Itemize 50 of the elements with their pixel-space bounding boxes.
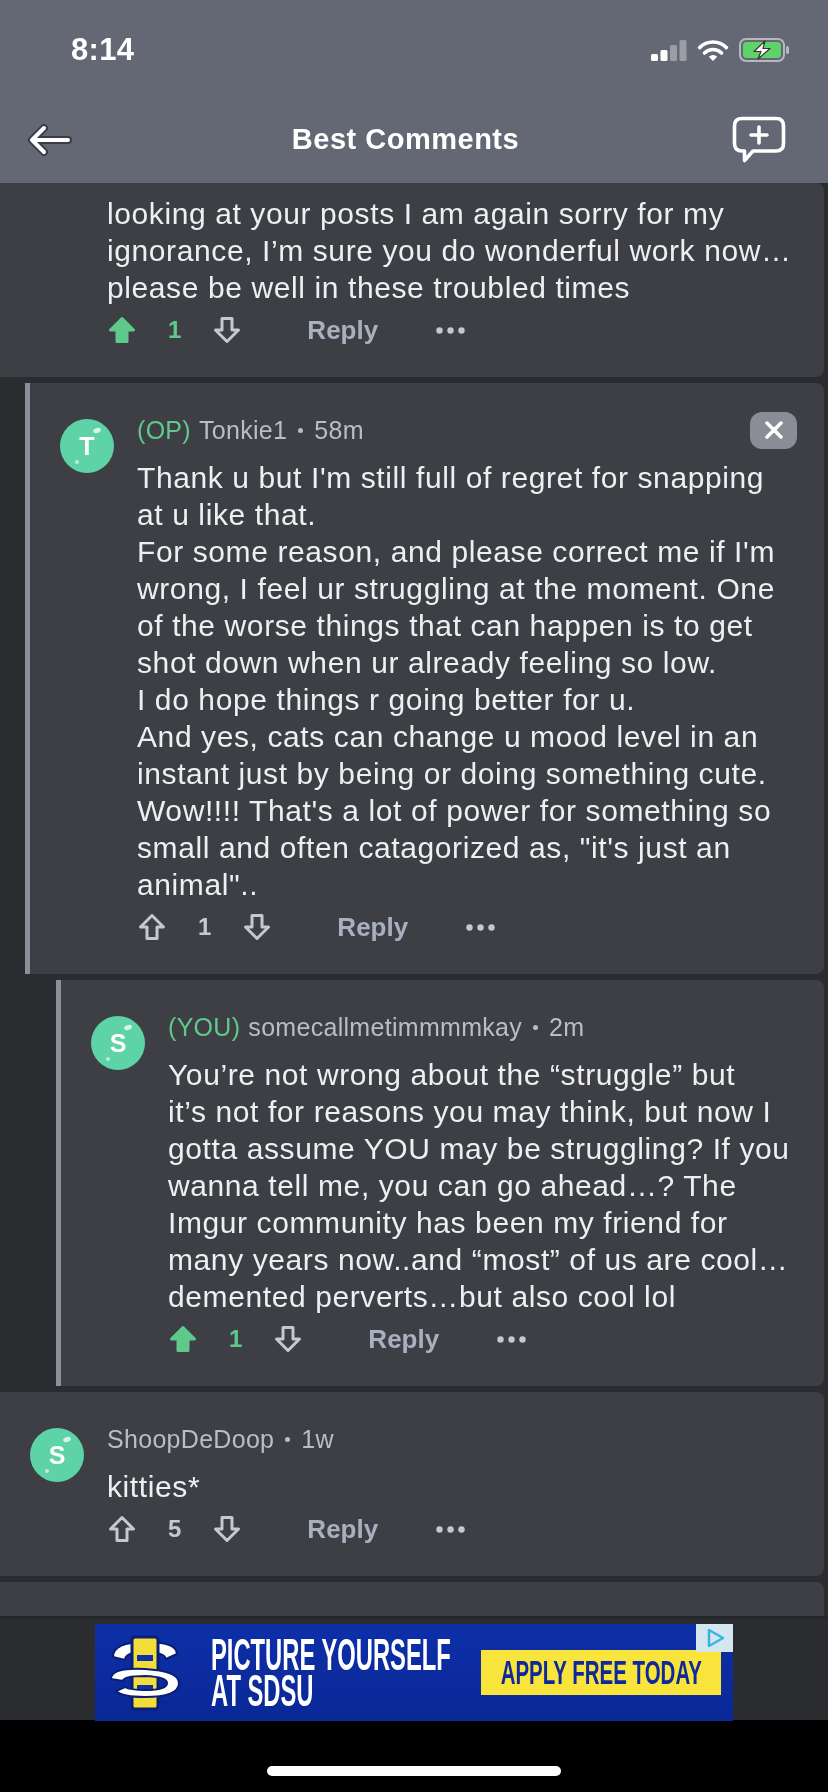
username: somecallmetimmmmkay: [248, 1012, 523, 1042]
username: ShoopDeDoop: [107, 1424, 275, 1454]
wifi-icon: [697, 38, 729, 62]
reply-button[interactable]: Reply: [368, 1323, 440, 1355]
timestamp: 58m: [314, 415, 364, 445]
more-icon[interactable]: [436, 326, 466, 334]
user-avatar: S: [30, 1428, 84, 1482]
dot-separator-icon: [298, 427, 304, 433]
speech-bubble-plus-icon[interactable]: [732, 115, 786, 164]
downvote-arrow-icon[interactable]: [243, 913, 272, 941]
reply-button[interactable]: Reply: [307, 314, 379, 346]
timestamp: 2m: [549, 1012, 585, 1042]
reply-button[interactable]: Reply: [337, 911, 409, 943]
dot-separator-icon: [533, 1024, 539, 1030]
reply-button[interactable]: Reply: [307, 1513, 379, 1545]
comment-text: looking at your posts I am again sorry for my ignorance, I’m sure you do wonderful work now… please be well in these troubled times: [107, 196, 793, 306]
timestamp: 1w: [301, 1424, 334, 1454]
role-label: (YOU): [168, 1012, 241, 1042]
vote-count: 1: [229, 1325, 243, 1353]
page-title: Best Comments: [291, 123, 520, 156]
user-avatar: T: [60, 419, 114, 473]
downvote-arrow-icon[interactable]: [213, 1515, 242, 1543]
more-icon[interactable]: [436, 1525, 466, 1533]
battery-icon: [739, 38, 790, 62]
role-label: (OP): [137, 415, 191, 445]
ad-headline: PICTURE YOURSELF AT SDSU: [211, 1636, 451, 1709]
comment-text: kitties*: [107, 1469, 202, 1505]
comment-text: You’re not wrong about the “struggle” but it’s not for reasons you may think, but now I gotta assume YOU may be struggling? If you wanna tell me, you can go ahead…? The Imgur community has been my friend for many years now..and “most” of us are cool… demented perverts…but also cool lol: [168, 1057, 791, 1315]
comment-text: Thank u but I'm still full of regret for snapping at u like that. For some reason, and please correct me if I'm wrong, I feel ur struggling at the moment. One of the worse things that can happen is to get shot down when ur already feeling so low. I do hope things r going better for u. And yes, cats can change u mood level in an instant just by being or doing something cute. Wow!!!! That's a lot of power for something so small and often catagorized as, "it's just an animal"..: [137, 460, 776, 903]
upvote-arrow-icon[interactable]: [108, 1515, 136, 1543]
upvote-arrow-icon[interactable]: [138, 913, 166, 941]
vote-count: 1: [168, 316, 182, 344]
signal-icon: [651, 39, 687, 61]
close-icon: [764, 421, 783, 439]
upvote-arrow-icon[interactable]: [169, 1325, 197, 1353]
vote-count: 5: [168, 1515, 182, 1543]
dot-separator-icon: [285, 1436, 291, 1442]
vote-count: 1: [198, 913, 212, 941]
back-icon[interactable]: [25, 121, 73, 158]
apply-button[interactable]: APPLY FREE TODAY: [481, 1650, 721, 1695]
close-button[interactable]: [750, 411, 797, 449]
ad-banner[interactable]: PICTURE YOURSELF AT SDSU APPLY FREE TODAY: [95, 1624, 733, 1721]
username: Tonkie1: [199, 415, 288, 445]
downvote-arrow-icon[interactable]: [213, 316, 242, 344]
upvote-arrow-icon[interactable]: [108, 316, 136, 344]
more-icon[interactable]: [497, 1335, 527, 1343]
downvote-arrow-icon[interactable]: [274, 1325, 303, 1353]
more-icon[interactable]: [466, 923, 496, 931]
status-time: 8:14: [71, 32, 135, 68]
user-avatar: S: [91, 1016, 145, 1070]
